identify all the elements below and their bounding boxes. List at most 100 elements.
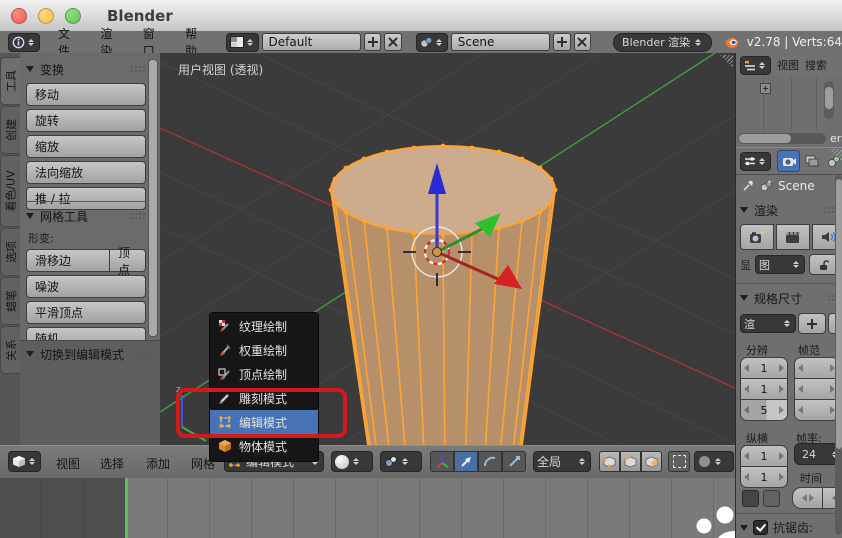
editor-type-3dview-button[interactable]: [8, 451, 41, 472]
scale-button[interactable]: 缩放: [26, 135, 146, 158]
tab-grease-pencil[interactable]: 蜡笔: [0, 277, 20, 325]
outliner-vscroll-track[interactable]: [824, 81, 834, 119]
vertex-select-button[interactable]: [599, 451, 620, 472]
anti-aliasing-panel-header[interactable]: 抗锯齿:: [740, 519, 813, 536]
outliner-menu-search[interactable]: 搜索: [805, 57, 827, 73]
crop-toggle[interactable]: [763, 490, 780, 507]
delete-scene-button[interactable]: [573, 33, 592, 51]
time-old-field[interactable]: [792, 487, 823, 509]
manipulator-toggle-button[interactable]: [430, 451, 454, 472]
rotate-button[interactable]: 旋转: [26, 109, 146, 132]
vertex-slide-button[interactable]: 顶点: [109, 246, 146, 277]
outliner-menu-view[interactable]: 视图: [777, 57, 799, 73]
frame-end-field[interactable]: [794, 379, 839, 400]
outliner-vscroll-thumb[interactable]: [825, 87, 833, 109]
properties-scrollbar-thumb[interactable]: [835, 179, 842, 449]
noise-button[interactable]: 噪波: [26, 275, 146, 298]
menu-select[interactable]: 选择: [100, 455, 124, 472]
screen-layout-icon-button[interactable]: [225, 32, 259, 52]
add-scene-button[interactable]: [553, 33, 571, 51]
outliner-hscroll-thumb[interactable]: [739, 134, 791, 143]
expand-icon[interactable]: [760, 83, 771, 94]
panel-grip-icon[interactable]: [130, 65, 146, 73]
decrement-icon[interactable]: [744, 406, 749, 414]
render-panel-header[interactable]: 渲染: [740, 200, 839, 220]
tab-relations[interactable]: 关系: [0, 326, 20, 374]
smooth-vertex-button[interactable]: 平滑顶点: [26, 301, 146, 324]
outliner-hscroll-track[interactable]: [738, 133, 826, 144]
scene-icon-button[interactable]: [415, 32, 448, 52]
edge-slide-button[interactable]: 滑移边: [26, 249, 109, 272]
menu-item-weight-paint[interactable]: 权重绘制: [210, 338, 318, 362]
editor-type-info-button[interactable]: [8, 32, 40, 52]
aspect-x-field[interactable]: 1: [740, 445, 788, 467]
pin-icon[interactable]: [741, 179, 755, 193]
viewport-shading-dropdown[interactable]: [331, 451, 373, 472]
editor-type-properties-button[interactable]: [740, 151, 771, 171]
render-still-button[interactable]: [740, 224, 774, 250]
collapse-icon[interactable]: [740, 524, 748, 531]
proportional-edit-dropdown[interactable]: [694, 451, 734, 472]
resolution-x-field[interactable]: 1: [740, 357, 788, 379]
pivot-point-dropdown[interactable]: [380, 451, 422, 472]
decrement-icon[interactable]: [744, 473, 749, 481]
increment-icon[interactable]: [779, 385, 784, 393]
border-toggle[interactable]: [742, 490, 759, 507]
decrement-icon[interactable]: [798, 364, 803, 372]
add-preset-button[interactable]: [798, 313, 826, 334]
scale-manipulator-button[interactable]: [502, 451, 526, 472]
collapse-icon[interactable]: [26, 66, 34, 72]
menu-add[interactable]: 添加: [146, 455, 170, 472]
decrement-icon[interactable]: [744, 452, 749, 460]
menu-item-texture-paint[interactable]: 纹理绘制: [210, 314, 318, 338]
anti-aliasing-checkbox[interactable]: [753, 520, 768, 535]
dimensions-panel-header[interactable]: 规格尺寸: [740, 288, 839, 308]
display-mode-dropdown[interactable]: 图: [755, 255, 805, 274]
collapse-icon[interactable]: [740, 295, 748, 301]
tab-options[interactable]: 选项: [0, 228, 20, 276]
panel-grip-icon[interactable]: [130, 212, 146, 220]
menu-view[interactable]: 视图: [56, 455, 80, 472]
timeline-editor[interactable]: [0, 478, 774, 538]
face-select-button[interactable]: [641, 451, 662, 472]
close-window-button[interactable]: [11, 7, 27, 24]
maximize-window-button[interactable]: [65, 7, 81, 24]
limit-to-visible-button[interactable]: [668, 451, 690, 472]
tab-create[interactable]: 创建: [0, 106, 20, 154]
collapse-icon[interactable]: [740, 207, 748, 213]
tab-shading-uv[interactable]: 着色/UV: [0, 155, 20, 227]
translate-button[interactable]: 移动: [26, 83, 146, 106]
breadcrumb-scene[interactable]: Scene: [778, 179, 815, 193]
properties-scrollbar-track[interactable]: [835, 175, 842, 535]
decrement-icon[interactable]: [801, 494, 807, 502]
scene-field[interactable]: Scene: [450, 33, 551, 51]
decrement-icon[interactable]: [744, 385, 749, 393]
delete-layout-button[interactable]: [384, 33, 402, 51]
render-engine-dropdown[interactable]: Blender 渲染: [613, 32, 713, 52]
rotate-manipulator-button[interactable]: [478, 451, 502, 472]
decrement-icon[interactable]: [798, 406, 803, 414]
editor-type-outliner-button[interactable]: [740, 55, 771, 75]
tab-render-layers[interactable]: [801, 151, 822, 171]
menu-item-vertex-paint[interactable]: 顶点绘制: [210, 362, 318, 386]
resolution-y-field[interactable]: 1: [740, 379, 788, 400]
minimize-window-button[interactable]: [38, 7, 54, 24]
translate-manipulator-button[interactable]: [454, 451, 478, 472]
add-layout-button[interactable]: [364, 33, 382, 51]
collapse-icon[interactable]: [26, 351, 34, 357]
frame-step-field[interactable]: [794, 400, 839, 421]
increment-icon[interactable]: [779, 406, 784, 414]
decrement-icon[interactable]: [744, 364, 749, 372]
frame-start-field[interactable]: [794, 357, 839, 379]
timeline-playhead[interactable]: [125, 478, 128, 538]
tool-shelf-scrollbar[interactable]: [148, 59, 158, 337]
resolution-percentage-field[interactable]: 5: [740, 400, 788, 421]
render-animation-button[interactable]: [776, 224, 810, 250]
transform-orientation-dropdown[interactable]: 全局: [533, 451, 591, 472]
increment-icon[interactable]: [779, 473, 784, 481]
tab-tools[interactable]: 工具: [0, 57, 20, 105]
shrink-fatten-button[interactable]: 法向缩放: [26, 161, 146, 184]
aspect-y-field[interactable]: 1: [740, 467, 788, 488]
tab-render-properties[interactable]: [777, 150, 800, 172]
decrement-icon[interactable]: [798, 385, 803, 393]
